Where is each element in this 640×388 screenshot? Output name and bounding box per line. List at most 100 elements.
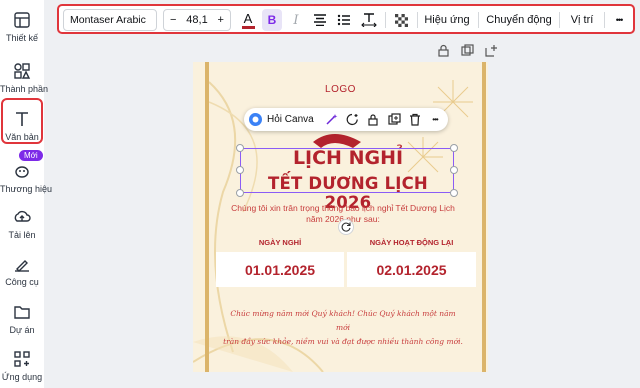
lock-page-icon[interactable] <box>437 44 450 57</box>
spacing-button[interactable] <box>358 9 380 31</box>
logo-text[interactable]: LOGO <box>193 84 488 95</box>
sidebar-item-label: Văn bản <box>5 132 39 142</box>
position-button[interactable]: Vị trí <box>564 9 600 31</box>
font-size-stepper[interactable]: − 48,1 + <box>163 9 231 31</box>
folder-icon <box>14 306 30 319</box>
lock-button[interactable] <box>364 111 382 128</box>
wish-line-1: Chúc mừng năm mới Quý khách! Chúc Quý kh… <box>230 309 456 332</box>
left-sidebar: Thiết kế Thành phần Văn bản Mới Thương h… <box>0 0 52 388</box>
toolbar-divider <box>417 12 418 28</box>
sidebar-item-label: Thiết kế <box>5 33 38 43</box>
transparency-button[interactable] <box>391 9 411 31</box>
resize-handle-bottom-left[interactable] <box>236 189 244 197</box>
comment-button[interactable] <box>343 111 361 128</box>
list-button[interactable] <box>334 9 354 31</box>
brand-icon <box>15 166 29 178</box>
duplicate-button[interactable] <box>385 111 403 128</box>
rotate-handle[interactable] <box>338 219 354 235</box>
magic-edit-button[interactable] <box>322 111 340 128</box>
resize-handle-top-right[interactable] <box>450 144 458 152</box>
sidebar-item-label: Ứng dụng <box>1 372 43 382</box>
sidebar-item-label: Tải lên <box>8 230 36 240</box>
left-date: 01.01.2025 <box>244 261 316 278</box>
sidebar-item-text[interactable]: Văn bản <box>0 110 44 142</box>
delete-button[interactable] <box>406 111 424 128</box>
sidebar-item-elements[interactable]: Thành phần <box>0 62 49 94</box>
design-icon <box>14 12 30 28</box>
right-date-box[interactable]: 02.01.2025 <box>347 252 476 287</box>
more-actions-button[interactable]: ••• <box>426 111 444 128</box>
sidebar-item-upload[interactable]: Tải lên <box>0 208 44 240</box>
trash-icon <box>410 113 420 126</box>
left-heading[interactable]: NGÀY NGHỈ <box>216 238 344 247</box>
text-icon <box>16 112 28 126</box>
increase-size-button[interactable]: + <box>218 14 224 26</box>
letter-spacing-icon <box>361 13 377 27</box>
animate-label: Chuyển động <box>486 14 552 26</box>
add-page-icon[interactable] <box>485 44 498 57</box>
text-color-button[interactable]: A <box>237 9 259 31</box>
sidebar-item-label: Dự án <box>9 325 35 335</box>
ask-canva-label: Hỏi Canva <box>267 114 314 125</box>
sidebar-item-label: Công cụ <box>5 277 39 287</box>
more-options-button[interactable]: ••• <box>608 9 630 31</box>
decrease-size-button[interactable]: − <box>170 14 176 26</box>
resize-handle-top-left[interactable] <box>236 144 244 152</box>
italic-icon: I <box>293 12 299 28</box>
magic-wand-icon <box>325 114 337 125</box>
effects-button[interactable]: Hiệu ứng <box>421 9 473 31</box>
right-heading[interactable]: NGÀY HOẠT ĐỘNG LẠI <box>347 238 476 247</box>
subtitle-line-1: Chúng tôi xin trân trọng thông báo lịch … <box>231 203 455 213</box>
rotate-icon <box>341 222 351 232</box>
position-label: Vị trí <box>570 14 594 26</box>
align-center-button[interactable] <box>310 9 330 31</box>
duplicate-icon <box>387 113 401 125</box>
elements-icon <box>14 63 31 79</box>
gold-frame-left <box>205 62 209 372</box>
new-badge: Mới <box>19 150 43 161</box>
toolbar-divider <box>478 12 479 28</box>
lock-icon <box>368 114 378 126</box>
toolbar-divider <box>604 12 605 28</box>
bullet-list-icon <box>337 14 350 26</box>
toolbar-divider <box>385 12 386 28</box>
upload-icon <box>14 210 31 222</box>
bold-button[interactable]: B <box>262 9 282 31</box>
font-size-value[interactable]: 48,1 <box>186 14 207 26</box>
animate-button[interactable]: Chuyển động <box>483 9 555 31</box>
more-icon: ••• <box>615 15 624 25</box>
font-family-select[interactable]: Montaser Arabic <box>63 9 157 31</box>
text-toolbar: Montaser Arabic − 48,1 + A B I Hiệu ứng … <box>57 4 635 34</box>
left-date-box[interactable]: 01.01.2025 <box>216 252 344 287</box>
sidebar-item-brand[interactable]: Thương hiệu <box>0 162 52 194</box>
more-actions-icon: ••• <box>432 115 438 124</box>
right-date: 02.01.2025 <box>376 261 447 278</box>
sidebar-item-design[interactable]: Thiết kế <box>0 11 44 43</box>
sidebar-item-label: Thành phần <box>0 84 49 94</box>
align-center-icon <box>314 14 326 26</box>
sidebar-item-tools[interactable]: Công cụ <box>0 255 44 287</box>
font-family-value: Montaser Arabic <box>70 14 146 26</box>
resize-handle-left[interactable] <box>236 166 244 174</box>
tools-icon <box>15 260 29 272</box>
selection-box[interactable] <box>240 148 454 193</box>
ask-canva-button[interactable]: Hỏi Canva <box>248 111 318 128</box>
canva-ai-icon <box>249 113 262 126</box>
apps-icon <box>14 351 30 367</box>
sidebar-item-apps[interactable]: Ứng dụng <box>0 350 44 382</box>
resize-handle-right[interactable] <box>450 166 458 174</box>
italic-button[interactable]: I <box>286 9 306 31</box>
bold-icon: B <box>267 13 277 27</box>
toolbar-divider <box>559 12 560 28</box>
gold-frame-right <box>482 62 486 372</box>
effects-label: Hiệu ứng <box>424 14 470 26</box>
comment-add-icon <box>346 113 358 126</box>
wish-line-2: tràn đầy sức khỏe, niềm vui và đạt được … <box>223 337 463 346</box>
sidebar-item-projects[interactable]: Dự án <box>0 303 44 335</box>
floating-context-menu: Hỏi Canva ••• <box>244 108 448 131</box>
duplicate-page-icon[interactable] <box>461 44 474 57</box>
wish-text[interactable]: Chúc mừng năm mới Quý khách! Chúc Quý kh… <box>223 307 463 349</box>
transparency-icon <box>394 13 408 27</box>
resize-handle-bottom-right[interactable] <box>450 189 458 197</box>
text-color-swatch <box>241 25 255 29</box>
